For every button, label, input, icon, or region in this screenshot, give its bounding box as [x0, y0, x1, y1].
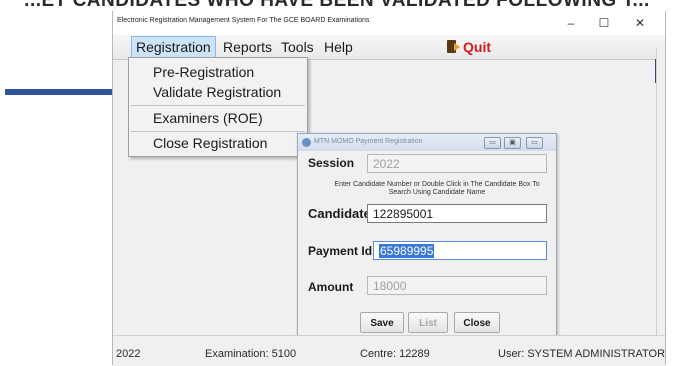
window-titlebar: Electronic Registration Management Syste… [113, 11, 665, 35]
status-user: User: SYSTEM ADMINISTRATOR [498, 348, 666, 360]
exit-door-icon [447, 40, 460, 53]
window-title: Electronic Registration Management Syste… [117, 17, 370, 24]
candidate-label: Candidate [308, 206, 371, 221]
dialog-maximize-button[interactable]: ▣ [504, 137, 521, 149]
status-centre: Centre: 12289 [360, 348, 430, 360]
list-button[interactable]: List [408, 312, 448, 333]
candidate-input[interactable]: 122895001 [367, 204, 547, 223]
close-button[interactable]: Close [454, 312, 500, 333]
candidate-hint: Enter Candidate Number or Double Click i… [334, 181, 540, 196]
status-year: 2022 [116, 348, 141, 360]
dialog-minimize-button[interactable]: ▭ [484, 137, 501, 149]
payment-id-value: 65989995 [379, 244, 435, 258]
menu-item-close-registration[interactable]: Close Registration [153, 135, 267, 151]
amount-field: 18000 [367, 276, 547, 295]
registration-dropdown: Pre-Registration Validate Registration E… [128, 57, 308, 157]
menu-tools[interactable]: Tools [277, 37, 318, 57]
status-examination: Examination: 5100 [205, 348, 297, 360]
quit-label: Quit [463, 39, 491, 55]
menu-separator [131, 105, 305, 106]
page-banner-text: ...ET CANDIDATES WHO HAVE BEEN VALIDATED… [24, 0, 650, 11]
dialog-titlebar: MTN MOMO Payment Registration ▭ ▣ ▭ [298, 134, 556, 151]
menu-registration[interactable]: Registration [131, 36, 216, 58]
save-button[interactable]: Save [360, 312, 404, 333]
session-field: 2022 [367, 154, 547, 173]
status-bar: 2022 Examination: 5100 Centre: 12289 Use… [113, 335, 665, 366]
right-panel-edge [656, 48, 665, 335]
amount-label: Amount [308, 280, 354, 294]
app-icon [302, 138, 311, 147]
minimize-button[interactable]: – [556, 14, 586, 32]
payment-dialog: MTN MOMO Payment Registration ▭ ▣ ▭ Sess… [297, 133, 557, 339]
menu-item-validate-registration[interactable]: Validate Registration [153, 84, 281, 100]
menu-help[interactable]: Help [320, 37, 357, 57]
menu-item-pre-registration[interactable]: Pre-Registration [153, 64, 254, 80]
menu-separator [131, 131, 305, 132]
close-window-button[interactable]: ✕ [625, 14, 655, 32]
menu-reports[interactable]: Reports [219, 37, 276, 57]
payment-id-input[interactable]: 65989995 [373, 241, 547, 260]
dialog-title: MTN MOMO Payment Registration [314, 138, 423, 145]
session-label: Session [308, 156, 355, 170]
maximize-button[interactable]: ☐ [589, 14, 619, 32]
dialog-close-button[interactable]: ▭ [526, 137, 543, 149]
menu-item-examiners-roe[interactable]: Examiners (ROE) [153, 110, 263, 126]
payment-id-label: Payment Id [308, 244, 373, 258]
